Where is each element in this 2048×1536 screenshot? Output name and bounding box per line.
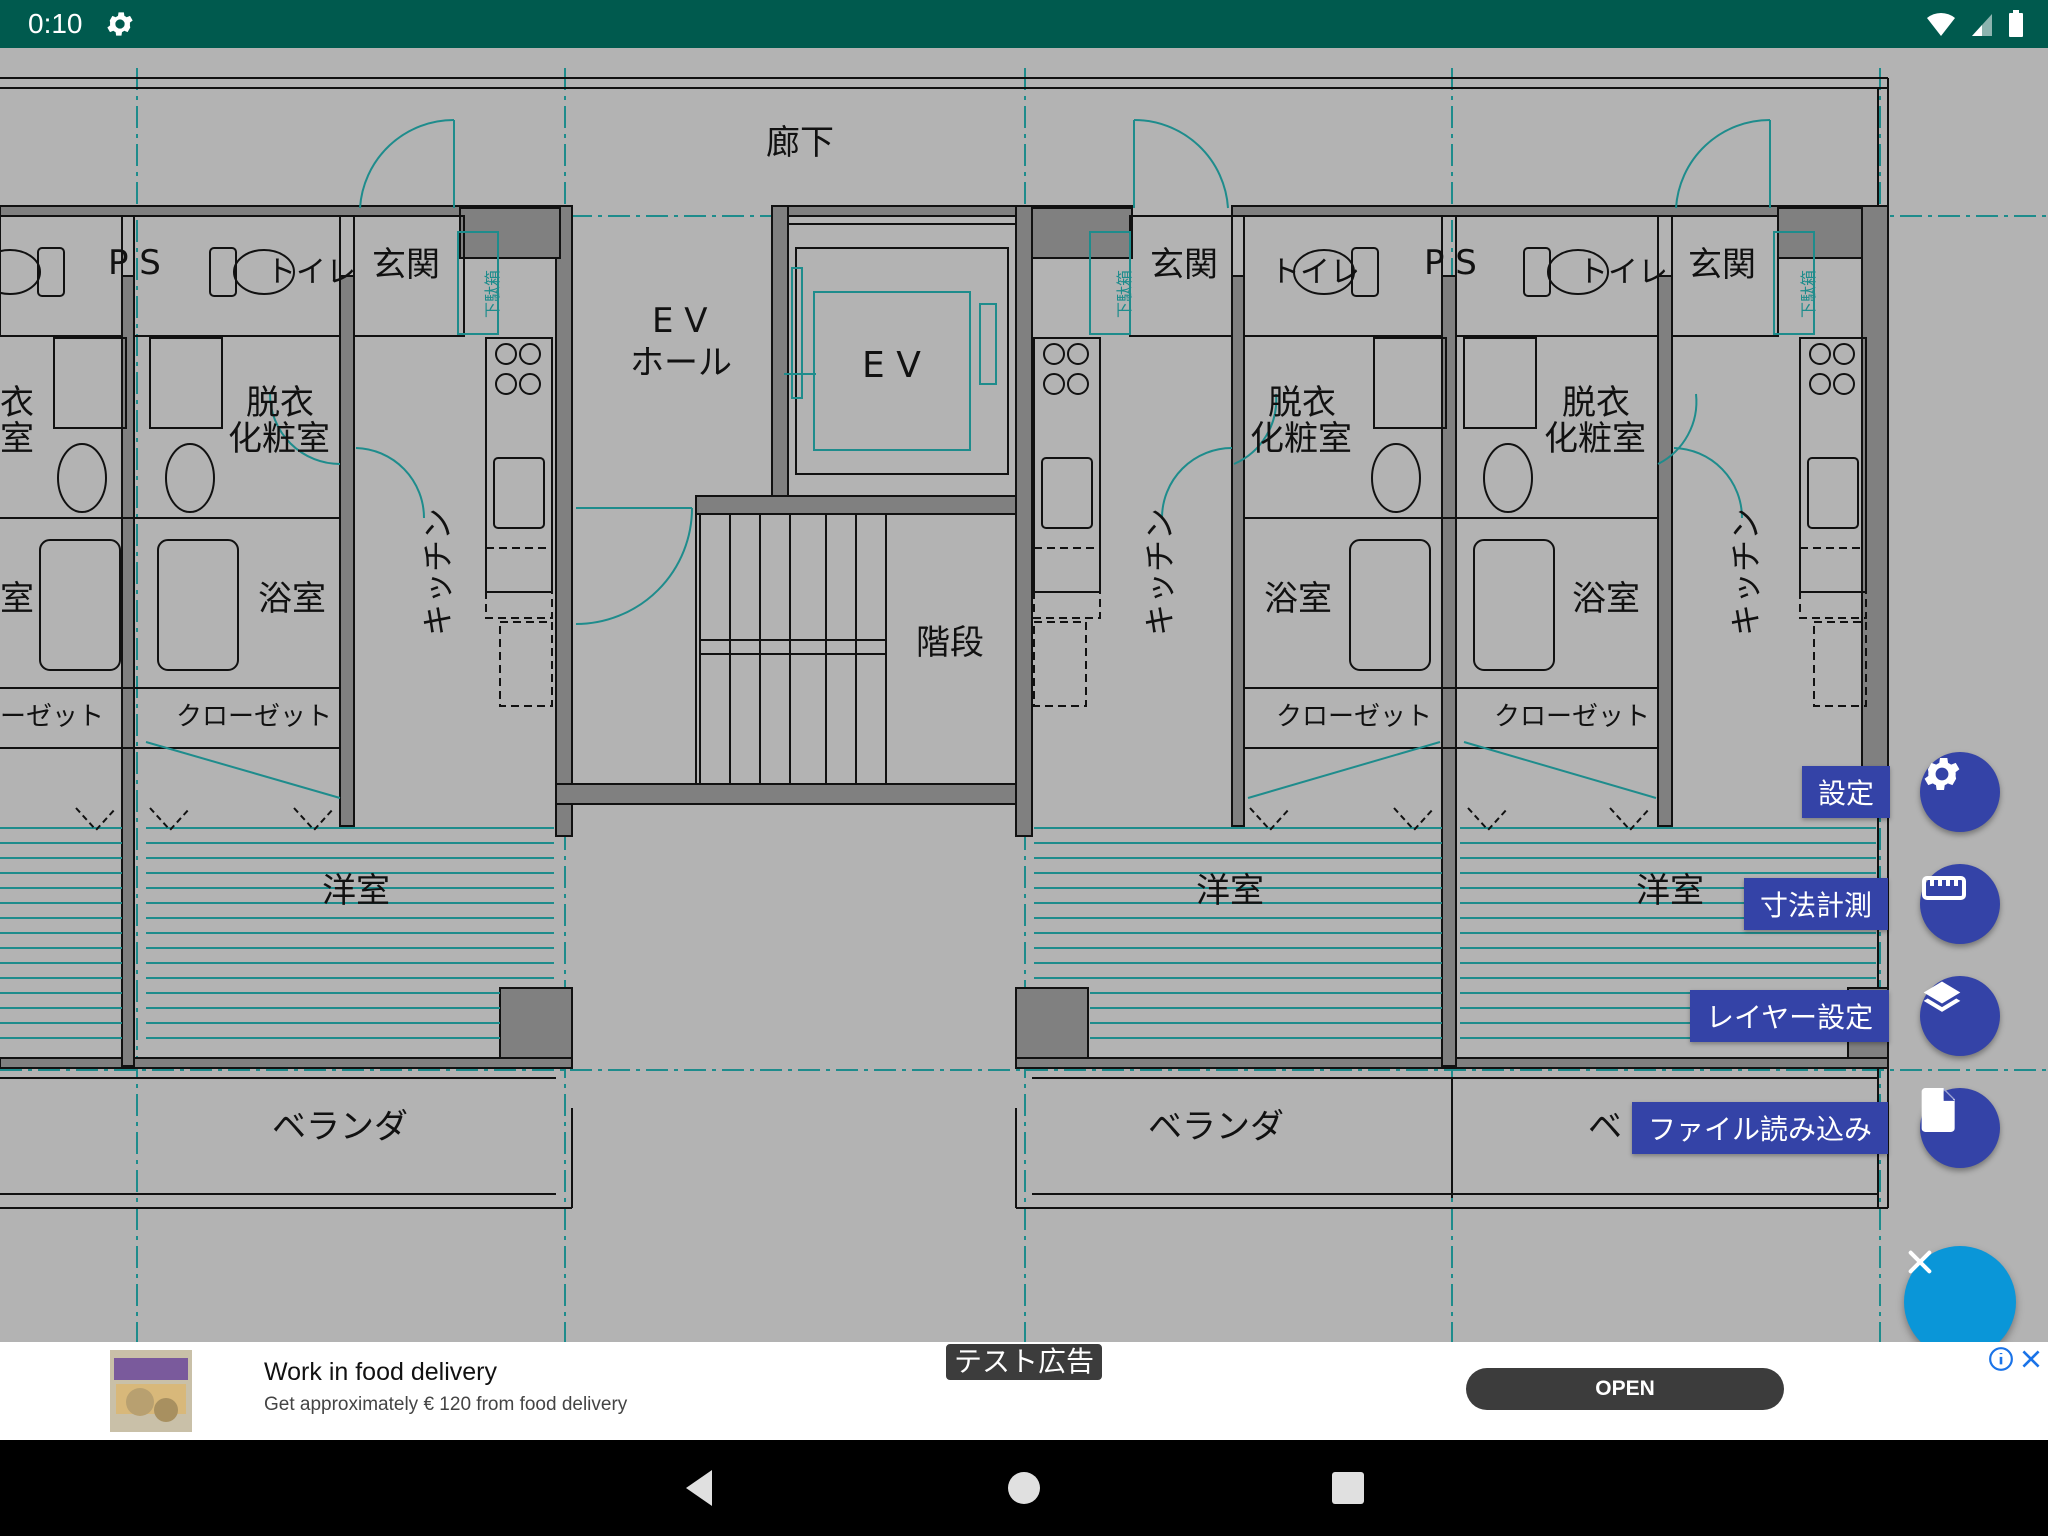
settings-gear-icon: [107, 12, 133, 36]
label-toilet-2: トイレ: [1270, 255, 1360, 290]
ad-description: Get approximately € 120 from food delive…: [264, 1394, 628, 1415]
label-bath-2: 浴室: [1264, 579, 1332, 619]
label-dressing-1a: 脱衣: [246, 383, 314, 423]
label-ev-hall-line1: E V: [652, 301, 708, 341]
label-closet-cut: ーゼット: [0, 702, 105, 732]
label-dressing-cut-2: 室: [0, 419, 34, 459]
fab-file-button[interactable]: [1920, 1088, 2000, 1168]
label-dressing-2b: 化粧室: [1250, 419, 1352, 459]
ruler-icon: [1922, 876, 1966, 900]
label-ps-1: P S: [108, 243, 161, 283]
label-bath-cut: 室: [0, 579, 34, 619]
label-closet-1: クローゼット: [176, 702, 333, 732]
label-ps-2: P S: [1424, 243, 1477, 283]
ad-banner[interactable]: Work in food delivery Get approximately …: [0, 1342, 2048, 1440]
ad-thumbnail-image: [110, 1350, 192, 1432]
gear-icon: [1924, 758, 1960, 790]
label-closet-2: クローゼット: [1276, 702, 1433, 732]
fab-label-layers[interactable]: レイヤー設定: [1690, 990, 1890, 1042]
close-icon: [1908, 1250, 1932, 1274]
fab-measure-button[interactable]: [1920, 864, 2000, 944]
layers-icon: [1923, 981, 1961, 1012]
recents-icon[interactable]: [1324, 1464, 1372, 1512]
ad-info-icon[interactable]: [1988, 1346, 2014, 1372]
label-ev-hall-line2: ホール: [630, 343, 732, 383]
label-veranda-cut: ベ: [1588, 1107, 1622, 1147]
signal-icon: [1972, 14, 1992, 36]
label-shoe-box-2: 下駄箱: [1115, 269, 1135, 319]
label-dressing-3a: 脱衣: [1562, 383, 1630, 423]
label-elevator: E V: [862, 345, 921, 386]
label-kitchen-1: キッチン: [419, 507, 458, 637]
label-dressing-1b: 化粧室: [228, 419, 330, 459]
label-dressing-cut-1: 衣: [0, 383, 34, 423]
label-entrance-2: 玄関: [1150, 245, 1218, 285]
label-corridor: 廊下: [766, 123, 834, 163]
fab-label-file[interactable]: ファイル読み込み: [1632, 1102, 1889, 1154]
label-toilet-1: トイレ: [266, 255, 356, 290]
back-icon[interactable]: [676, 1464, 724, 1512]
ad-test-badge: テスト広告: [944, 1342, 1105, 1382]
fab-label-measure[interactable]: 寸法計測: [1744, 878, 1889, 930]
status-time: 0:10: [28, 8, 83, 39]
label-closet-3: クローゼット: [1494, 702, 1651, 732]
floor-plan-canvas[interactable]: 廊下 P S P S トイレ トイレ トイレ 玄関 玄関 玄関 下駄箱 下駄箱 …: [0, 48, 2048, 1342]
label-veranda-2: ベランダ: [1148, 1107, 1284, 1147]
label-bath-1: 浴室: [258, 579, 326, 619]
wifi-icon: [1927, 12, 1955, 37]
label-kitchen-3: キッチン: [1727, 507, 1766, 637]
navigation-bar: [0, 1440, 2048, 1536]
label-kitchen-2: キッチン: [1141, 507, 1180, 637]
file-icon: [1921, 1088, 1955, 1132]
label-shoe-box-1: 下駄箱: [483, 269, 503, 319]
label-shoe-box-3: 下駄箱: [1799, 269, 1819, 319]
label-bath-3: 浴室: [1572, 579, 1640, 619]
label-entrance-1: 玄関: [372, 245, 440, 285]
battery-icon: [2009, 10, 2023, 37]
label-western-room-2: 洋室: [1196, 871, 1264, 911]
label-entrance-3: 玄関: [1688, 245, 1756, 285]
label-veranda-1: ベランダ: [272, 1107, 408, 1147]
ad-close-icon[interactable]: [2018, 1346, 2044, 1372]
home-icon[interactable]: [1000, 1464, 1048, 1512]
label-western-room-3: 洋室: [1636, 871, 1704, 911]
ad-open-button[interactable]: OPEN: [1466, 1368, 1784, 1410]
status-bar: 0:10: [0, 0, 2048, 48]
fab-layers-button[interactable]: [1920, 976, 2000, 1056]
label-stairs: 階段: [916, 623, 984, 663]
ad-title: Work in food delivery: [264, 1358, 497, 1386]
system-icons: [1926, 10, 2024, 38]
label-dressing-2a: 脱衣: [1268, 383, 1336, 423]
label-western-room-1: 洋室: [322, 871, 390, 911]
label-toilet-3: トイレ: [1578, 255, 1668, 290]
fab-settings-button[interactable]: [1920, 752, 2000, 832]
label-dressing-3b: 化粧室: [1544, 419, 1646, 459]
fab-label-settings[interactable]: 設定: [1802, 766, 1891, 818]
